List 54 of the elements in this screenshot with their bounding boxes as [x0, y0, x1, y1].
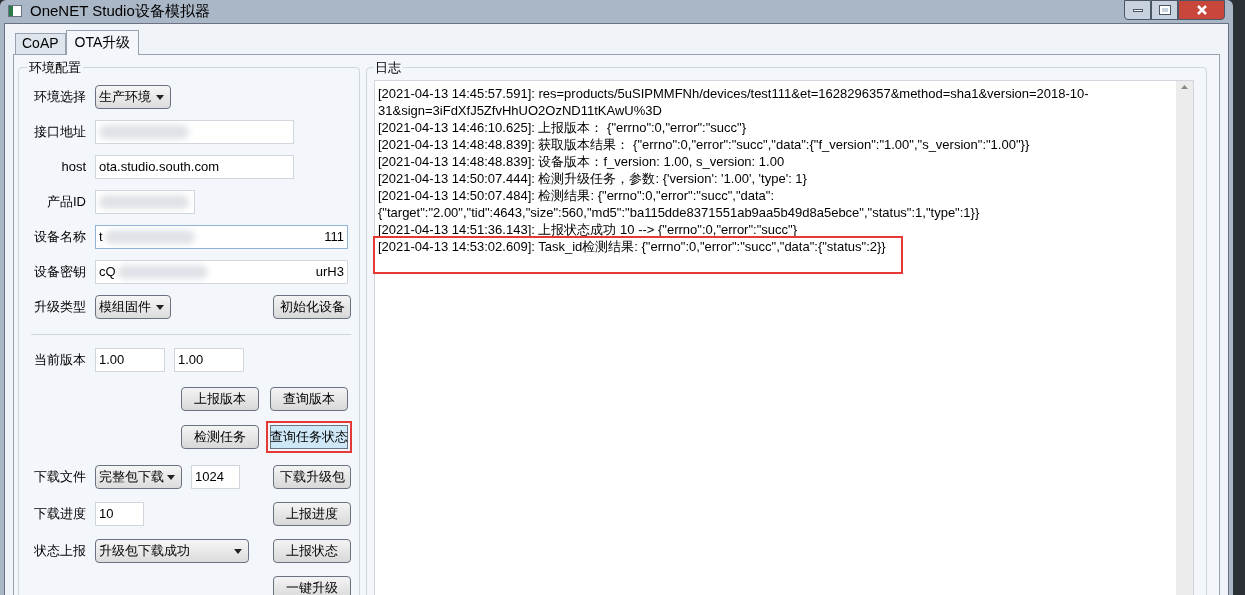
button[interactable]: 上报版本 [181, 386, 259, 411]
button[interactable]: 上报状态 [273, 539, 351, 563]
dropdown[interactable]: 完整包下载 [95, 465, 182, 489]
minimize-button[interactable] [1124, 0, 1151, 20]
caret-icon [167, 474, 175, 480]
button[interactable]: 初始化设备 [273, 295, 351, 319]
field-label: 接口地址 [33, 123, 86, 142]
log-line: [2021-04-13 14:50:07.444]: 检测升级任务，参数: {'version': '1.00', 'type': 1} [378, 169, 808, 187]
close-button[interactable] [1178, 0, 1225, 20]
dropdown[interactable]: 升级包下载成功 [95, 539, 249, 563]
field-label: 设备名称 [33, 228, 86, 247]
log-line: [2021-04-13 14:51:36.143]: 上报状态成功 10 --> {"errno":0,"error":"succ"} [378, 220, 798, 238]
field-label: 升级类型 [33, 298, 86, 317]
button[interactable]: 一键升级 [273, 576, 351, 595]
log-line: [2021-04-13 14:46:10.625]: 上报版本： {"errno":0,"error":"succ"} [378, 118, 748, 136]
field-label: 产品ID [46, 193, 86, 212]
input-field[interactable]: ota.studio.south.com [95, 155, 294, 179]
window-title: OneNET Studio设备模拟器 [30, 1, 210, 21]
field-label: host [60, 158, 86, 177]
field-label: 当前版本 [33, 351, 86, 370]
tab[interactable]: OTA升级 [65, 29, 140, 55]
log-line: [2021-04-13 14:45:57.591]: res=products/5uSIPMMFNh/devices/test111&et=1628296357&method=sha1&version=2018-10-31&sign=3iFdXfJ5ZfvHhUO2OzND11tKAwU%3D [378, 84, 1090, 119]
input-field[interactable]: 1024 [191, 465, 240, 489]
app-icon [8, 5, 22, 18]
field-label: 环境选择 [33, 88, 86, 107]
scroll-up-icon[interactable] [1181, 84, 1188, 89]
input-field[interactable]: 1.00 [174, 348, 244, 372]
field-label: 设备密钥 [33, 263, 86, 282]
dropdown[interactable]: 模组固件 [95, 295, 171, 319]
log-line: [2021-04-13 14:48:48.839]: 获取版本结果： {"errno":0,"error":"succ","data":{"f_version":"1.00","s_version":"1.00"}} [378, 135, 1031, 153]
log-line: [2021-04-13 14:53:02.609]: Task_id检测结果: {"errno":0,"error":"succ","data":{"status":2}} [375, 237, 901, 272]
field-label: 状态上报 [33, 542, 86, 561]
close-icon [1195, 5, 1208, 15]
field-label: 下载进度 [33, 505, 86, 524]
log-line: [2021-04-13 14:48:48.839]: 设备版本：f_version: 1.00, s_version: 1.00 [378, 152, 786, 170]
input-field[interactable]: 1.00 [95, 348, 165, 372]
button[interactable]: 检测任务 [181, 424, 259, 449]
caret-icon [156, 94, 164, 100]
input-field[interactable] [95, 190, 195, 214]
input-field[interactable] [95, 120, 294, 144]
button[interactable]: 查询版本 [270, 386, 348, 411]
scrollbar[interactable] [1176, 80, 1193, 595]
caret-icon [156, 304, 164, 310]
dropdown[interactable]: 生产环境 [95, 85, 171, 109]
maximize-button[interactable] [1151, 0, 1178, 20]
field-label: 下载文件 [33, 468, 86, 487]
tab[interactable]: CoAP [15, 32, 66, 54]
caret-icon [234, 548, 242, 554]
button[interactable]: 上报进度 [273, 502, 351, 526]
input-field[interactable]: 10 [95, 502, 144, 526]
button[interactable]: 下载升级包 [273, 465, 351, 489]
log-line: [2021-04-13 14:50:07.484]: 检测结果: {"errno":0,"error":"succ","data": {"target":"2.00","tid":4643,"size":560,"md5":"ba115dde8371551ab9aa5b49d8a5ebce","status":1,"type":1}} [378, 186, 981, 221]
input-field[interactable]: t 111 [95, 225, 348, 249]
input-field[interactable]: cQ urH3 [95, 260, 348, 284]
